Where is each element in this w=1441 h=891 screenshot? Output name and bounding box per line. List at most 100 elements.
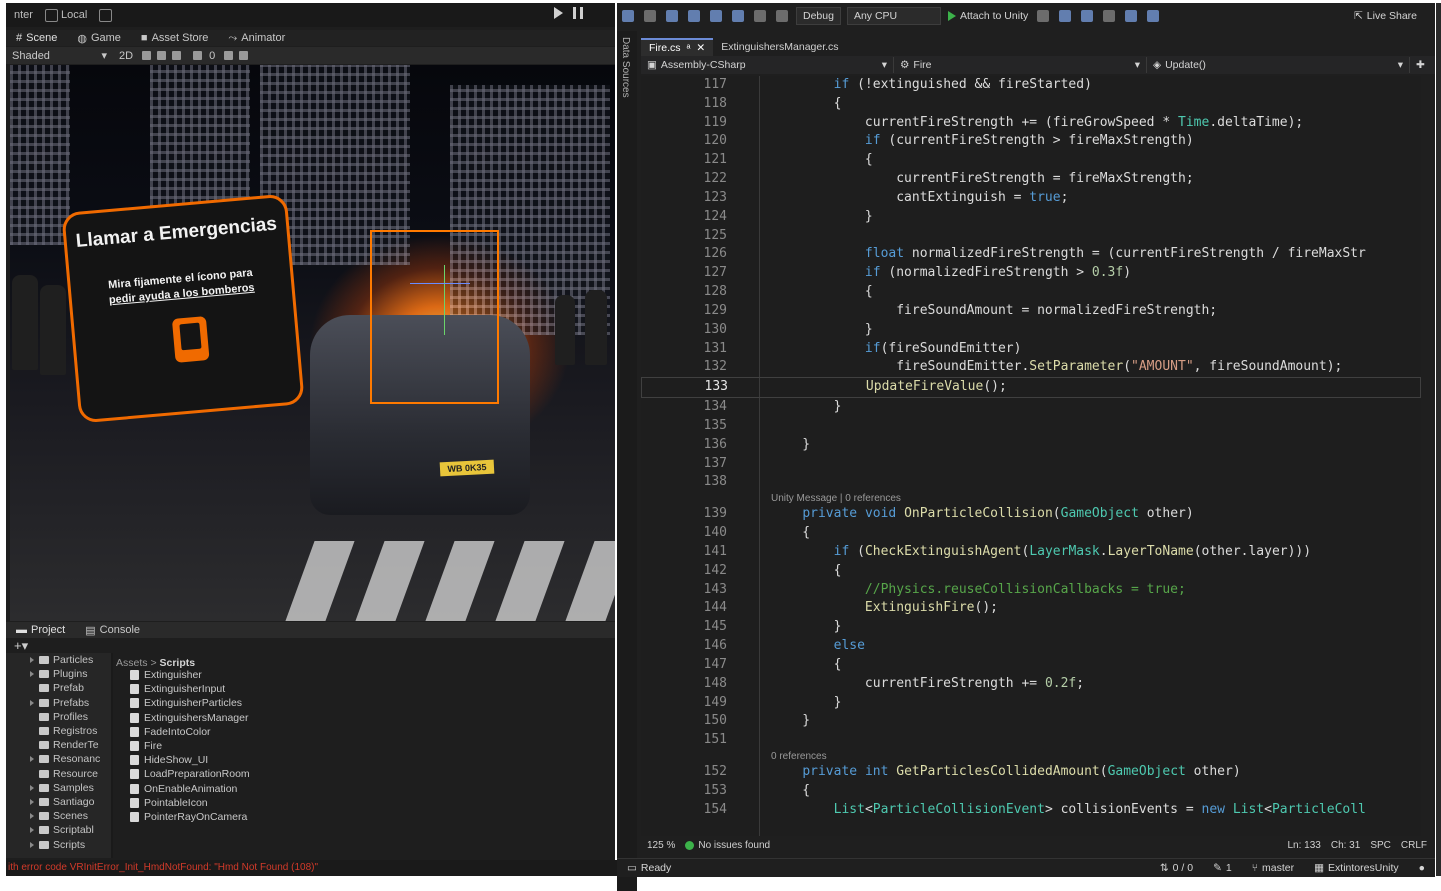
folder-tree-item[interactable]: RenderTe [6,738,111,752]
code-line[interactable]: 128 { [641,283,1421,302]
pause-button[interactable] [573,7,583,19]
move-gizmo-y[interactable] [444,265,445,335]
code-line[interactable]: 117 if (!extinguished && fireStarted) [641,76,1421,95]
vertical-scrollbar[interactable] [1423,76,1435,836]
format-icon[interactable] [1125,10,1138,22]
folder-tree-item[interactable]: Registros [6,724,111,738]
split-editor-icon[interactable]: ✚ [1416,59,1425,71]
script-file-item[interactable]: OnEnableAnimation [126,782,426,796]
folder-tree-item[interactable]: Resource [6,767,111,781]
code-line[interactable]: 143 //Physics.reuseCollisionCallbacks = … [641,581,1421,600]
code-line[interactable]: 138 [641,473,1421,492]
line-ending-indicator[interactable]: CRLF [1401,840,1427,851]
chevron-right-icon[interactable] [30,827,34,834]
tab-animator[interactable]: ⤳ Animator [218,32,295,45]
code-line[interactable]: 141 if (CheckExtinguishAgent(LayerMask.L… [641,543,1421,562]
run-without-debug-icon[interactable] [1037,10,1050,22]
tab-console[interactable]: ▤ Console [75,624,150,637]
tab-project[interactable]: ▬ Project [6,624,75,636]
window-layout-icon[interactable] [1081,10,1094,22]
pin-icon[interactable]: ᵃ [687,42,691,54]
code-line[interactable]: 123 cantExtinguish = true; [641,189,1421,208]
changes-indicator[interactable]: ✎ 1 [1213,862,1232,874]
line-indicator[interactable]: Ln: 133 [1287,840,1320,851]
folder-tree-item[interactable]: Scenes [6,809,111,823]
chevron-right-icon[interactable] [30,813,34,820]
code-line[interactable]: 133 UpdateFireValue(); [641,377,1421,399]
move-gizmo-x[interactable] [410,283,470,284]
code-line[interactable]: 151 [641,731,1421,750]
save-icon[interactable] [710,10,722,22]
open-icon[interactable] [688,10,700,22]
code-line[interactable]: 147 { [641,656,1421,675]
script-file-item[interactable]: PointerRayOnCamera [126,810,426,824]
script-file-item[interactable]: Fire [126,739,426,753]
script-file-item[interactable]: ExtinguishersManager [126,711,426,725]
zoom-level[interactable]: 125 % [647,840,675,851]
folder-tree-item[interactable]: Prefabs [6,696,111,710]
tab-game[interactable]: ◍ Game [67,32,131,45]
code-line[interactable]: 134 } [641,398,1421,417]
phone-fire-icon[interactable] [171,316,210,363]
errors-indicator[interactable]: ⇅ 0 / 0 [1160,862,1193,874]
code-line[interactable]: 124 } [641,208,1421,227]
save-all-icon[interactable] [732,10,744,22]
code-line[interactable]: 125 [641,227,1421,246]
repo-indicator[interactable]: ▦ ExtintoresUnity [1314,862,1399,874]
code-line[interactable]: 149 } [641,694,1421,713]
grid-icon[interactable] [224,51,234,60]
folder-tree-item[interactable]: Plugins [6,667,111,681]
notifications-icon[interactable]: ● [1419,862,1425,874]
shading-mode-dropdown[interactable]: Shaded ▾ [6,49,113,63]
folder-tree-item[interactable]: Scripts [6,837,111,851]
undo-icon[interactable] [754,10,766,22]
script-file-item[interactable]: HideShow_UI [126,753,426,767]
code-line[interactable]: 129 fireSoundAmount = normalizedFireStre… [641,302,1421,321]
codelens-annotation[interactable]: Unity Message | 0 references [641,492,1421,505]
folder-tree-item[interactable]: Particles [6,653,111,667]
code-line[interactable]: 146 else [641,637,1421,656]
configuration-dropdown[interactable]: Debug [796,7,841,25]
scene-viewport[interactable]: WB 0K35 Llamar a Emergencias Mira fijame… [10,65,615,621]
folder-tree-item[interactable]: Scriptabl [6,823,111,837]
redo-icon[interactable] [776,10,788,22]
class-dropdown[interactable]: ⚙ Fire ▾ [894,57,1147,73]
indent-icon[interactable] [1147,10,1160,22]
folder-tree-item[interactable]: Profiles [6,710,111,724]
code-line[interactable]: 145 } [641,618,1421,637]
code-line[interactable]: 154 List<ParticleCollisionEvent> collisi… [641,801,1421,820]
platform-dropdown[interactable]: Any CPU [846,7,941,25]
code-line[interactable]: 131 if(fireSoundEmitter) [641,340,1421,359]
tab-fire-cs[interactable]: Fire.cs ᵃ ✕ [641,37,714,56]
code-line[interactable]: 130 } [641,321,1421,340]
gizmos-icon[interactable] [239,51,249,60]
chevron-right-icon[interactable] [30,798,34,805]
branch-indicator[interactable]: ⑂ master [1252,862,1294,874]
chevron-right-icon[interactable] [30,671,34,678]
console-error-status[interactable]: ith error code VRInitError_Init_HmdNotFo… [6,860,617,876]
audio-icon[interactable] [157,51,167,60]
grid-snap-button[interactable] [95,7,116,24]
code-line[interactable]: 148 currentFireStrength += 0.2f; [641,675,1421,694]
code-line[interactable]: 118 { [641,95,1421,114]
script-file-item[interactable]: PointableIcon [126,796,426,810]
local-toggle[interactable]: Local [41,7,91,24]
code-line[interactable]: 136 } [641,436,1421,455]
tab-asset-store[interactable]: ■ Asset Store [131,32,219,44]
issues-status[interactable]: No issues found [698,840,770,851]
script-file-item[interactable]: ExtinguisherParticles [126,696,426,710]
lighting-icon[interactable] [142,51,152,60]
new-item-icon[interactable] [666,10,678,22]
add-asset-button[interactable]: +▾ [14,638,28,654]
close-icon[interactable]: ✕ [696,42,705,54]
solution-explorer-icon[interactable] [1059,10,1072,22]
chevron-right-icon[interactable] [30,784,34,791]
attach-to-unity-button[interactable]: Attach to Unity [947,10,1028,22]
script-file-item[interactable]: LoadPreparationRoom [126,767,426,781]
forward-icon[interactable] [644,10,656,22]
back-icon[interactable] [622,10,634,22]
fire-selection-outline[interactable] [370,230,499,404]
code-line[interactable]: 121 { [641,151,1421,170]
effects-icon[interactable] [172,51,182,60]
code-line[interactable]: 139 private void OnParticleCollision(Gam… [641,505,1421,524]
